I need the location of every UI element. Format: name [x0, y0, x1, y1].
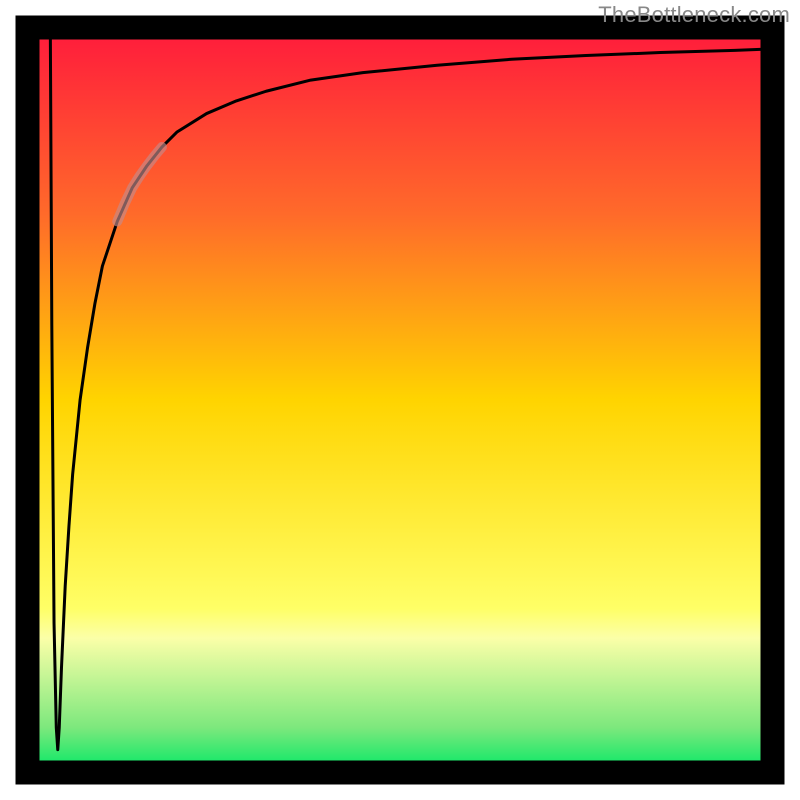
plot-background: [28, 28, 772, 772]
chart-svg: [0, 0, 800, 800]
watermark-text: TheBottleneck.com: [598, 2, 790, 28]
chart-container: { "watermark": "TheBottleneck.com", "cha…: [0, 0, 800, 800]
